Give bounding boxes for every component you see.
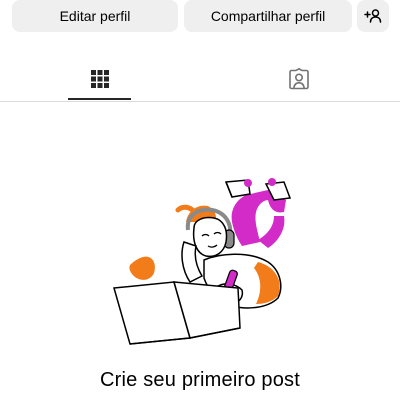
- tab-tagged[interactable]: [266, 56, 332, 101]
- tagged-person-icon: [289, 67, 309, 89]
- profile-tabs: [0, 56, 400, 102]
- profile-action-row: Editar perfil Compartilhar perfil: [0, 0, 400, 34]
- share-profile-label: Compartilhar perfil: [210, 8, 326, 24]
- share-profile-button[interactable]: Compartilhar perfil: [184, 0, 352, 32]
- tab-posts-grid[interactable]: [68, 56, 131, 101]
- edit-profile-label: Editar perfil: [59, 8, 131, 24]
- empty-state-title: Crie seu primeiro post: [99, 369, 301, 391]
- person-with-laptop-illustration: [113, 178, 292, 345]
- profile-screen: Editar perfil Compartilhar perfil Crie s…: [0, 0, 400, 400]
- grid-icon: [90, 69, 109, 88]
- add-person-icon: [364, 9, 382, 23]
- edit-profile-button[interactable]: Editar perfil: [12, 0, 178, 32]
- add-person-button[interactable]: [357, 0, 389, 32]
- selected-tab-indicator: [68, 98, 131, 100]
